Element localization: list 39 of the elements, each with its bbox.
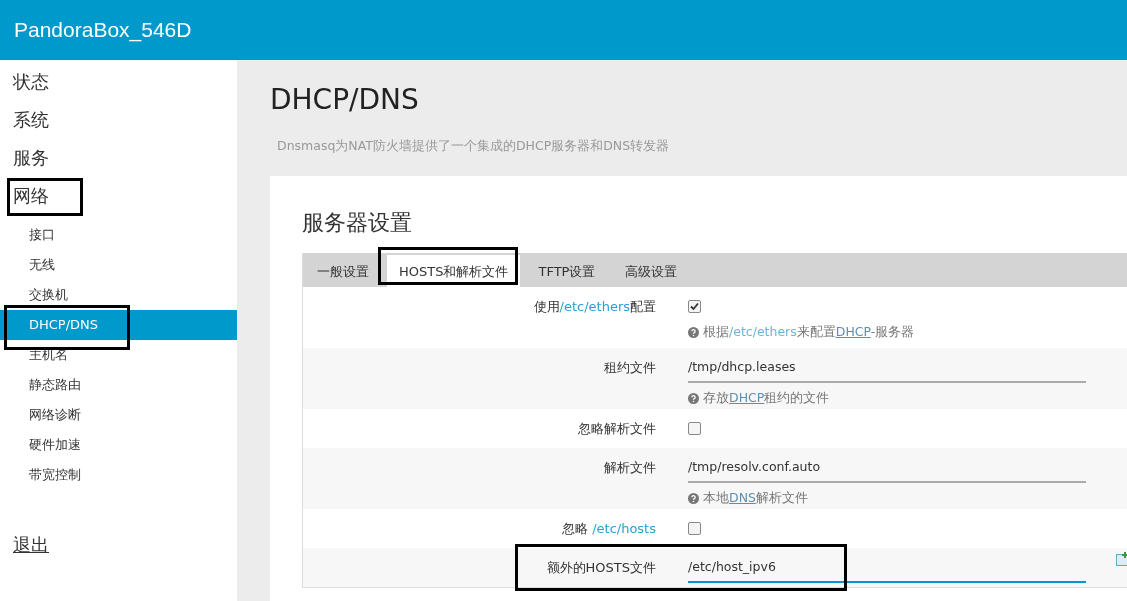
sidebar-subitem[interactable]: 网络诊断 (0, 400, 237, 430)
tab[interactable]: HOSTS和解析文件 (387, 255, 521, 287)
text-field[interactable]: /etc/host_ipv6 (688, 557, 1086, 583)
link[interactable]: DHCP (835, 324, 871, 339)
help-text: 本地DNS解析文件 (703, 489, 808, 507)
sidebar-subitem[interactable]: 接口 (0, 220, 237, 250)
tab[interactable]: 一般设置 (305, 255, 381, 287)
sidebar-item[interactable]: 网络 (0, 182, 237, 220)
sidebar-item[interactable]: 系统 (0, 106, 237, 144)
add-file-icon[interactable] (1116, 551, 1127, 565)
help-icon (688, 392, 699, 404)
sidebar-item[interactable]: 服务 (0, 144, 237, 182)
field-label: 使用/etc/ethers配置 (533, 299, 656, 314)
sidebar-item[interactable]: 状态 (0, 68, 237, 106)
site-title: PandoraBox_546D (14, 18, 192, 42)
checkbox[interactable] (688, 422, 701, 435)
sidebar-subitem[interactable]: 静态路由 (0, 370, 237, 400)
help-icon (688, 326, 699, 338)
field-label: 忽略 /etc/hosts (562, 521, 656, 536)
text-field[interactable]: /tmp/resolv.conf.auto (688, 457, 1086, 483)
field-label: 租约文件 (604, 360, 656, 375)
tab[interactable]: 高级设置 (613, 255, 690, 287)
field-label: 额外的HOSTS文件 (546, 560, 656, 575)
logout-link[interactable]: 退出 (0, 533, 49, 557)
checkbox[interactable] (688, 522, 701, 535)
sidebar-subitem[interactable]: 硬件加速 (0, 430, 237, 460)
sidebar-subitem[interactable]: 带宽控制 (0, 460, 237, 490)
sidebar-subitem[interactable]: 交换机 (0, 280, 237, 310)
help-text: 存放DHCP租约的文件 (703, 389, 830, 407)
field-label: 忽略解析文件 (578, 421, 656, 436)
help-text: 根据/etc/ethers来配置DHCP-服务器 (703, 323, 915, 341)
tab[interactable]: TFTP设置 (526, 255, 608, 287)
checkbox[interactable] (688, 300, 701, 313)
page-title: DHCP/DNS (270, 82, 419, 118)
field-label: 解析文件 (604, 460, 656, 475)
section-title: 服务器设置 (302, 210, 412, 236)
text-field[interactable]: /tmp/dhcp.leases (688, 357, 1086, 383)
sidebar-subitem[interactable]: 无线 (0, 250, 237, 280)
help-icon (688, 492, 699, 504)
